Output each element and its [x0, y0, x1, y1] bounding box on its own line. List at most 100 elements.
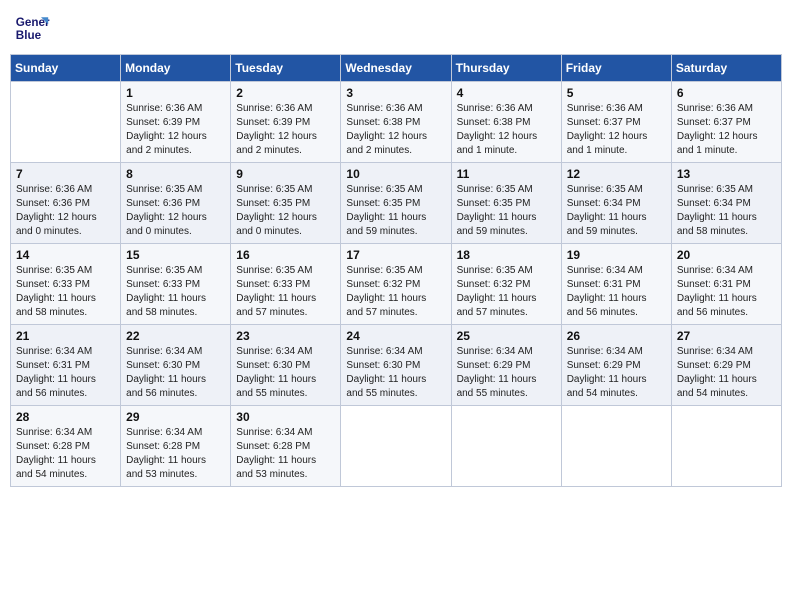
day-info: Sunrise: 6:36 AMSunset: 6:36 PMDaylight:…	[16, 183, 115, 239]
day-number: 20	[677, 248, 776, 262]
day-info: Sunrise: 6:36 AMSunset: 6:37 PMDaylight:…	[677, 102, 776, 158]
calendar-cell: 12 Sunrise: 6:35 AMSunset: 6:34 PMDayligh…	[561, 163, 671, 244]
calendar-cell: 8 Sunrise: 6:35 AMSunset: 6:36 PMDaylight…	[121, 163, 231, 244]
calendar-cell: 19 Sunrise: 6:34 AMSunset: 6:31 PMDayligh…	[561, 244, 671, 325]
day-number: 18	[457, 248, 556, 262]
calendar-cell: 24 Sunrise: 6:34 AMSunset: 6:30 PMDayligh…	[341, 325, 451, 406]
calendar-table: SundayMondayTuesdayWednesdayThursdayFrid…	[10, 54, 782, 487]
calendar-week-4: 21 Sunrise: 6:34 AMSunset: 6:31 PMDayligh…	[11, 325, 782, 406]
day-info: Sunrise: 6:34 AMSunset: 6:29 PMDaylight:…	[677, 345, 776, 401]
day-number: 26	[567, 329, 666, 343]
column-header-sunday: Sunday	[11, 55, 121, 82]
day-number: 1	[126, 86, 225, 100]
calendar-cell	[561, 406, 671, 487]
column-header-monday: Monday	[121, 55, 231, 82]
column-header-tuesday: Tuesday	[231, 55, 341, 82]
day-info: Sunrise: 6:36 AMSunset: 6:38 PMDaylight:…	[457, 102, 556, 158]
day-number: 9	[236, 167, 335, 181]
day-number: 4	[457, 86, 556, 100]
day-number: 23	[236, 329, 335, 343]
column-header-wednesday: Wednesday	[341, 55, 451, 82]
day-info: Sunrise: 6:35 AMSunset: 6:34 PMDaylight:…	[567, 183, 666, 239]
day-info: Sunrise: 6:35 AMSunset: 6:35 PMDaylight:…	[346, 183, 445, 239]
calendar-cell: 6 Sunrise: 6:36 AMSunset: 6:37 PMDaylight…	[671, 82, 781, 163]
calendar-week-5: 28 Sunrise: 6:34 AMSunset: 6:28 PMDayligh…	[11, 406, 782, 487]
calendar-cell: 10 Sunrise: 6:35 AMSunset: 6:35 PMDayligh…	[341, 163, 451, 244]
day-number: 25	[457, 329, 556, 343]
calendar-cell	[11, 82, 121, 163]
logo-icon: General Blue	[14, 10, 50, 46]
day-number: 19	[567, 248, 666, 262]
day-number: 17	[346, 248, 445, 262]
calendar-week-2: 7 Sunrise: 6:36 AMSunset: 6:36 PMDaylight…	[11, 163, 782, 244]
calendar-cell: 18 Sunrise: 6:35 AMSunset: 6:32 PMDayligh…	[451, 244, 561, 325]
logo: General Blue	[14, 10, 54, 46]
day-number: 24	[346, 329, 445, 343]
calendar-cell: 13Sunrise: 6:35 AMSunset: 6:34 PMDayligh…	[671, 163, 781, 244]
day-number: 30	[236, 410, 335, 424]
day-info: Sunrise: 6:36 AMSunset: 6:37 PMDaylight:…	[567, 102, 666, 158]
calendar-cell: 28Sunrise: 6:34 AMSunset: 6:28 PMDayligh…	[11, 406, 121, 487]
calendar-cell	[341, 406, 451, 487]
column-header-friday: Friday	[561, 55, 671, 82]
day-number: 12	[567, 167, 666, 181]
page-header: General Blue	[10, 10, 782, 46]
day-number: 22	[126, 329, 225, 343]
day-number: 7	[16, 167, 115, 181]
calendar-week-1: 1 Sunrise: 6:36 AMSunset: 6:39 PMDaylight…	[11, 82, 782, 163]
day-number: 13	[677, 167, 776, 181]
calendar-cell: 16Sunrise: 6:35 AMSunset: 6:33 PMDayligh…	[231, 244, 341, 325]
day-number: 28	[16, 410, 115, 424]
day-info: Sunrise: 6:35 AMSunset: 6:32 PMDaylight:…	[457, 264, 556, 320]
day-number: 8	[126, 167, 225, 181]
calendar-cell: 29Sunrise: 6:34 AMSunset: 6:28 PMDayligh…	[121, 406, 231, 487]
calendar-cell: 4 Sunrise: 6:36 AMSunset: 6:38 PMDaylight…	[451, 82, 561, 163]
calendar-header-row: SundayMondayTuesdayWednesdayThursdayFrid…	[11, 55, 782, 82]
day-info: Sunrise: 6:35 AMSunset: 6:33 PMDaylight:…	[236, 264, 335, 320]
calendar-cell: 23 Sunrise: 6:34 AMSunset: 6:30 PMDayligh…	[231, 325, 341, 406]
day-info: Sunrise: 6:35 AMSunset: 6:32 PMDaylight:…	[346, 264, 445, 320]
calendar-cell: 3 Sunrise: 6:36 AMSunset: 6:38 PMDaylight…	[341, 82, 451, 163]
calendar-cell: 11 Sunrise: 6:35 AMSunset: 6:35 PMDayligh…	[451, 163, 561, 244]
day-info: Sunrise: 6:35 AMSunset: 6:33 PMDaylight:…	[126, 264, 225, 320]
calendar-cell	[451, 406, 561, 487]
calendar-cell: 27Sunrise: 6:34 AMSunset: 6:29 PMDayligh…	[671, 325, 781, 406]
calendar-cell: 7 Sunrise: 6:36 AMSunset: 6:36 PMDaylight…	[11, 163, 121, 244]
day-info: Sunrise: 6:34 AMSunset: 6:30 PMDaylight:…	[236, 345, 335, 401]
calendar-cell: 25 Sunrise: 6:34 AMSunset: 6:29 PMDayligh…	[451, 325, 561, 406]
day-info: Sunrise: 6:36 AMSunset: 6:38 PMDaylight:…	[346, 102, 445, 158]
calendar-cell: 30 Sunrise: 6:34 AMSunset: 6:28 PMDayligh…	[231, 406, 341, 487]
day-info: Sunrise: 6:34 AMSunset: 6:29 PMDaylight:…	[567, 345, 666, 401]
calendar-cell: 20 Sunrise: 6:34 AMSunset: 6:31 PMDayligh…	[671, 244, 781, 325]
calendar-cell: 21 Sunrise: 6:34 AMSunset: 6:31 PMDayligh…	[11, 325, 121, 406]
day-info: Sunrise: 6:34 AMSunset: 6:30 PMDaylight:…	[346, 345, 445, 401]
day-info: Sunrise: 6:34 AMSunset: 6:31 PMDaylight:…	[677, 264, 776, 320]
day-info: Sunrise: 6:34 AMSunset: 6:29 PMDaylight:…	[457, 345, 556, 401]
column-header-thursday: Thursday	[451, 55, 561, 82]
day-number: 6	[677, 86, 776, 100]
day-info: Sunrise: 6:34 AMSunset: 6:28 PMDaylight:…	[236, 426, 335, 482]
day-info: Sunrise: 6:36 AMSunset: 6:39 PMDaylight:…	[126, 102, 225, 158]
day-number: 10	[346, 167, 445, 181]
day-info: Sunrise: 6:35 AMSunset: 6:36 PMDaylight:…	[126, 183, 225, 239]
day-info: Sunrise: 6:36 AMSunset: 6:39 PMDaylight:…	[236, 102, 335, 158]
day-number: 21	[16, 329, 115, 343]
calendar-cell	[671, 406, 781, 487]
day-number: 15	[126, 248, 225, 262]
day-number: 14	[16, 248, 115, 262]
calendar-cell: 22Sunrise: 6:34 AMSunset: 6:30 PMDayligh…	[121, 325, 231, 406]
day-info: Sunrise: 6:35 AMSunset: 6:35 PMDaylight:…	[236, 183, 335, 239]
calendar-cell: 17 Sunrise: 6:35 AMSunset: 6:32 PMDayligh…	[341, 244, 451, 325]
day-info: Sunrise: 6:35 AMSunset: 6:35 PMDaylight:…	[457, 183, 556, 239]
calendar-cell: 2Sunrise: 6:36 AMSunset: 6:39 PMDaylight…	[231, 82, 341, 163]
day-info: Sunrise: 6:34 AMSunset: 6:28 PMDaylight:…	[126, 426, 225, 482]
calendar-cell: 9 Sunrise: 6:35 AMSunset: 6:35 PMDaylight…	[231, 163, 341, 244]
day-info: Sunrise: 6:34 AMSunset: 6:31 PMDaylight:…	[16, 345, 115, 401]
day-info: Sunrise: 6:34 AMSunset: 6:31 PMDaylight:…	[567, 264, 666, 320]
svg-text:Blue: Blue	[16, 29, 42, 42]
column-header-saturday: Saturday	[671, 55, 781, 82]
day-number: 3	[346, 86, 445, 100]
calendar-cell: 14Sunrise: 6:35 AMSunset: 6:33 PMDayligh…	[11, 244, 121, 325]
day-number: 5	[567, 86, 666, 100]
day-number: 11	[457, 167, 556, 181]
